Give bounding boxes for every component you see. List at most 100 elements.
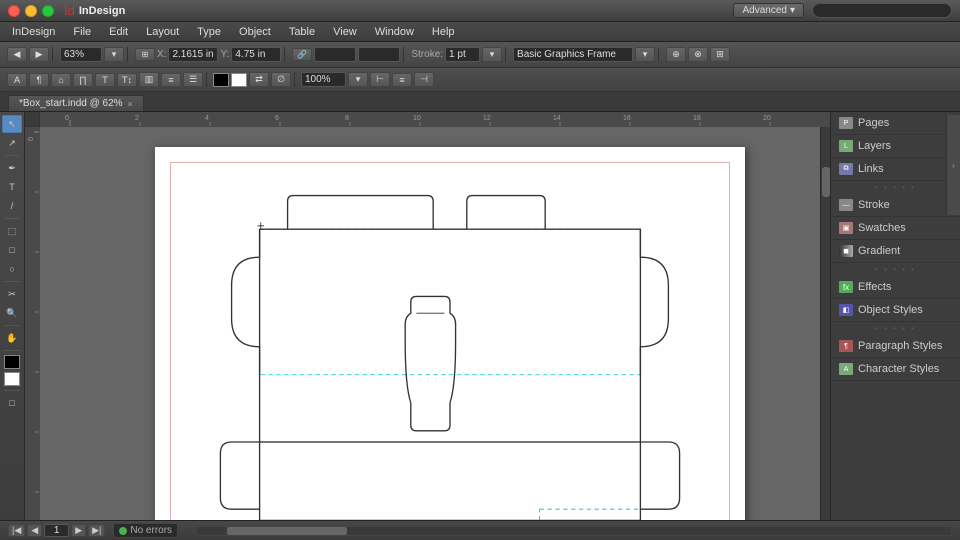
horizontal-scrollbar[interactable] xyxy=(196,526,952,536)
menu-object[interactable]: Object xyxy=(231,24,279,40)
vertical-scrollbar[interactable] xyxy=(820,127,830,520)
preview-mode-button[interactable]: □ xyxy=(2,394,22,412)
stroke-weight-input[interactable] xyxy=(445,47,480,62)
scrollbar-thumb-horizontal[interactable] xyxy=(227,527,347,535)
panel-object-styles[interactable]: ◧ Object Styles xyxy=(831,299,960,322)
stroke-type-button[interactable]: ▾ xyxy=(482,47,502,62)
y-input[interactable] xyxy=(231,47,281,62)
constrain-button[interactable]: 🔗 xyxy=(292,48,312,61)
panel-links[interactable]: ⧉ Links xyxy=(831,158,960,181)
action-button-2[interactable]: ⊗ xyxy=(688,47,708,62)
scale-dropdown-button[interactable]: ▾ xyxy=(348,72,368,87)
tb2-btn3[interactable]: ⌂ xyxy=(51,73,71,87)
type-tool[interactable]: T xyxy=(2,178,22,196)
menu-view[interactable]: View xyxy=(325,24,365,40)
menu-type[interactable]: Type xyxy=(189,24,229,40)
zoom-tool[interactable]: 🔍 xyxy=(2,304,22,322)
line-tool[interactable]: / xyxy=(2,197,22,215)
workspace-button[interactable]: Advanced ▾ xyxy=(733,3,804,18)
menu-layout[interactable]: Layout xyxy=(138,24,187,40)
align-right-button[interactable]: ⊣ xyxy=(414,72,434,87)
workspace-label: Advanced xyxy=(742,5,786,16)
x-input[interactable] xyxy=(168,47,218,62)
page-number-input[interactable] xyxy=(44,524,69,537)
toolbar-back-button[interactable]: ◀ xyxy=(7,47,27,62)
errors-indicator[interactable]: No errors xyxy=(113,523,178,538)
height-input[interactable] xyxy=(358,47,400,62)
panel-stroke[interactable]: — Stroke xyxy=(831,194,960,217)
tb2-btn8[interactable]: ≡ xyxy=(161,73,181,87)
frame-dropdown-button[interactable]: ▾ xyxy=(635,47,655,62)
scissors-tool[interactable]: ✂ xyxy=(2,285,22,303)
document-tab[interactable]: *Box_start.indd @ 62% × xyxy=(8,95,144,111)
swap-colors-button[interactable]: ⇄ xyxy=(249,72,269,87)
rectangle-tool[interactable]: □ xyxy=(2,241,22,259)
menu-file[interactable]: File xyxy=(65,24,99,40)
tb2-btn7[interactable]: ▥ xyxy=(139,72,159,87)
width-input[interactable] xyxy=(314,47,356,62)
maximize-button[interactable] xyxy=(42,5,54,17)
scrollbar-thumb-vertical[interactable] xyxy=(822,167,830,197)
title-right: Advanced ▾ xyxy=(733,3,952,18)
y-label: Y: xyxy=(220,49,229,60)
last-page-button[interactable]: ▶| xyxy=(88,524,105,537)
rectangle-frame-tool[interactable]: ⬚ xyxy=(2,222,22,240)
tb2-btn9[interactable]: ☰ xyxy=(183,72,203,87)
ellipse-tool[interactable]: ○ xyxy=(2,260,22,278)
ruler-top-svg: 0 2 4 6 8 10 12 14 16 xyxy=(40,112,830,127)
minimize-button[interactable] xyxy=(25,5,37,17)
object-styles-label: Object Styles xyxy=(858,304,923,316)
fill-tool[interactable] xyxy=(4,355,20,369)
panel-paragraph-styles[interactable]: ¶ Paragraph Styles xyxy=(831,335,960,358)
panel-layers[interactable]: L Layers xyxy=(831,135,960,158)
svg-text:4: 4 xyxy=(205,115,209,122)
panel-separator-2: • • • • • xyxy=(831,263,960,276)
action-button-3[interactable]: ⊞ xyxy=(710,47,730,62)
search-input[interactable] xyxy=(812,3,952,18)
hand-tool[interactable]: ✋ xyxy=(2,329,22,347)
ruler-corner xyxy=(25,112,40,127)
scale-input[interactable] xyxy=(301,72,346,87)
align-center-button[interactable]: ≡ xyxy=(392,73,412,87)
zoom-input[interactable] xyxy=(60,47,102,62)
panel-gradient[interactable]: ◼ Gradient xyxy=(831,240,960,263)
menu-edit[interactable]: Edit xyxy=(101,24,136,40)
fill-none-button[interactable]: ∅ xyxy=(271,72,291,87)
tab-close-button[interactable]: × xyxy=(128,99,133,109)
first-page-button[interactable]: |◀ xyxy=(8,524,25,537)
zoom-dropdown-button[interactable]: ▾ xyxy=(104,47,124,62)
close-button[interactable] xyxy=(8,5,20,17)
direct-selection-tool[interactable]: ↗ xyxy=(2,134,22,152)
tb2-btn2[interactable]: ¶ xyxy=(29,73,49,87)
menu-indesign[interactable]: InDesign xyxy=(4,24,63,40)
stroke-tool[interactable] xyxy=(4,372,20,386)
tb2-btn5[interactable]: T xyxy=(95,73,115,87)
menu-window[interactable]: Window xyxy=(367,24,422,40)
pen-tool[interactable]: ✒ xyxy=(2,159,22,177)
align-left-button[interactable]: ⊢ xyxy=(370,72,390,87)
layers-label: Layers xyxy=(858,140,891,152)
next-page-button[interactable]: ▶ xyxy=(71,524,86,537)
panel-collapse-arrow[interactable]: › xyxy=(946,115,960,215)
stroke-color-swatch[interactable] xyxy=(231,73,247,87)
tb2-btn4[interactable]: ∏ xyxy=(73,73,93,87)
transform-reference-button[interactable]: ⊞ xyxy=(135,48,155,61)
menu-table[interactable]: Table xyxy=(281,24,323,40)
panel-swatches[interactable]: ▣ Swatches xyxy=(831,217,960,240)
tab-title: *Box_start.indd @ 62% xyxy=(19,98,123,109)
panel-character-styles[interactable]: A Character Styles xyxy=(831,358,960,381)
layers-icon: L xyxy=(839,140,853,152)
frame-type-input[interactable] xyxy=(513,47,633,62)
tb2-btn6[interactable]: T↕ xyxy=(117,73,137,87)
canvas-area[interactable]: 0 2 4 6 8 10 12 14 16 xyxy=(25,112,830,520)
prev-page-button[interactable]: ◀ xyxy=(27,524,42,537)
action-button-1[interactable]: ⊕ xyxy=(666,47,686,62)
tb2-btn1[interactable]: A xyxy=(7,73,27,87)
toolbar-forward-button[interactable]: ▶ xyxy=(29,47,49,62)
selection-tool[interactable]: ↖ xyxy=(2,115,22,133)
menu-help[interactable]: Help xyxy=(424,24,463,40)
fill-color-swatch[interactable] xyxy=(213,73,229,87)
panel-pages[interactable]: P Pages xyxy=(831,112,960,135)
panel-effects[interactable]: fx Effects xyxy=(831,276,960,299)
swatches-label: Swatches xyxy=(858,222,906,234)
